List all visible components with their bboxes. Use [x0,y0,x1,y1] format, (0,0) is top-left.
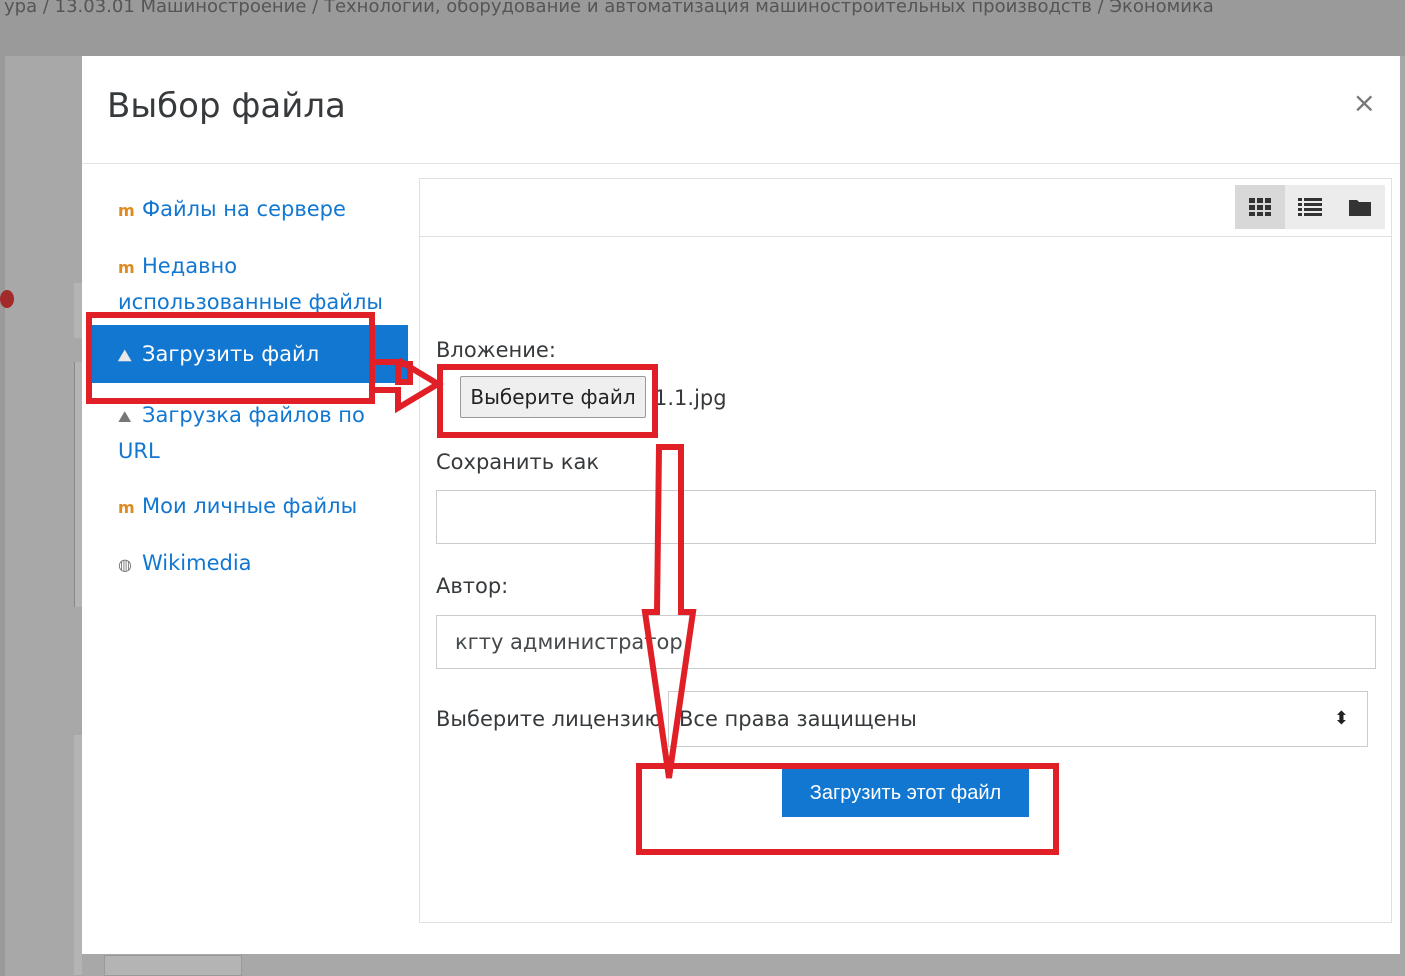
repo-item-label: Загрузка файлов по URL [118,403,365,463]
modal-title: Выбор файла [107,86,346,126]
license-selected-value: Все права защищены [679,707,917,731]
license-label: Выберите лицензию [436,707,663,731]
moodle-icon: ⅿ [118,201,135,220]
background-status-dot [0,290,14,308]
repo-item-server-files[interactable]: ⅿ Файлы на сервере [118,192,388,228]
selected-file-name: 1.1.jpg [654,386,727,410]
repo-item-label: Файлы на сервере [142,197,346,221]
background-breadcrumb: ура / 13.03.01 Машиностроение / Технолог… [4,0,1214,17]
grid-view-icon [1249,198,1271,216]
save-as-input[interactable] [436,490,1376,544]
repo-item-upload-file[interactable]: ⛰ Загрузить файл [88,325,408,383]
list-view-icon [1298,198,1322,216]
repo-item-label: Недавно использованные файлы [118,254,383,314]
license-select[interactable]: Все права защищены ⬍ [668,691,1368,747]
moodle-icon: ⅿ [118,258,135,277]
upload-this-file-button[interactable]: Загрузить этот файл [782,769,1029,817]
background-button [104,955,242,976]
select-arrows-icon: ⬍ [1333,708,1349,729]
repo-item-private-files[interactable]: ⅿ Мои личные файлы [118,489,388,525]
file-picker-modal: Выбор файла × ⅿ Файлы на сервере ⅿ Недавно… [82,56,1400,954]
view-switcher [1235,185,1385,229]
grid-view-button[interactable] [1235,185,1285,229]
list-view-button[interactable] [1285,185,1335,229]
folder-view-button[interactable] [1335,185,1385,229]
moodle-icon: ⅿ [118,498,135,517]
url-download-icon: ⛰ [118,407,132,426]
modal-header: Выбор файла × [82,56,1400,164]
upload-icon: ⛰ [118,346,132,365]
wikimedia-icon: ◍ [118,555,132,574]
background-field [74,735,82,975]
repo-item-label: Мои личные файлы [142,494,358,518]
repo-item-wikimedia[interactable]: ◍ Wikimedia [118,546,388,582]
repo-item-recent-files[interactable]: ⅿ Недавно использованные файлы [118,249,388,319]
choose-file-button[interactable]: Выберите файл [460,376,646,418]
close-button[interactable]: × [1353,86,1376,119]
author-label: Автор: [436,574,509,598]
repo-item-label: Wikimedia [142,551,252,575]
background-field [74,362,82,607]
attachment-label: Вложение: [436,338,556,362]
repo-item-url-download[interactable]: ⛰ Загрузка файлов по URL [118,398,388,468]
folder-view-icon [1349,200,1371,216]
save-as-label: Сохранить как [436,450,600,474]
repo-item-label: Загрузить файл [142,342,320,366]
background-field [74,283,82,338]
author-input[interactable]: кгту администратор [436,615,1376,669]
view-toolbar [420,179,1391,237]
